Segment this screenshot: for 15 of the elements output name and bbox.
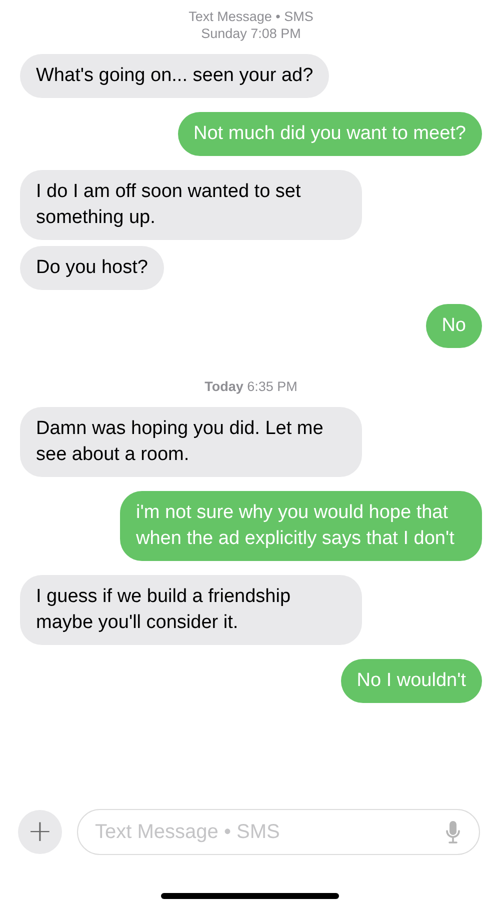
- received-message: Do you host?: [20, 246, 164, 290]
- sent-message: No: [426, 304, 482, 348]
- received-message: I guess if we build a friendship maybe you'll consider it.: [20, 575, 362, 645]
- message-input-field[interactable]: Text Message • SMS: [77, 809, 480, 855]
- sent-message: No I wouldn't: [340, 659, 482, 703]
- timestamp: Today 6:35 PM: [204, 378, 298, 395]
- received-message: I do I am off soon wanted to set something up.: [20, 170, 362, 240]
- sent-message: Not much did you want to meet?: [178, 112, 482, 156]
- timestamp: Sunday 7:08 PM: [201, 25, 301, 42]
- microphone-icon[interactable]: [446, 820, 460, 844]
- received-message: What's going on... seen your ad?: [20, 54, 330, 98]
- sent-message: i'm not sure why you would hope that when the ad explicitly says that I don't: [120, 491, 482, 561]
- received-message: Damn was hoping you did. Let me see about a room.: [20, 407, 362, 477]
- add-button[interactable]: +: [18, 810, 62, 854]
- service-label: Text Message • SMS: [188, 8, 314, 25]
